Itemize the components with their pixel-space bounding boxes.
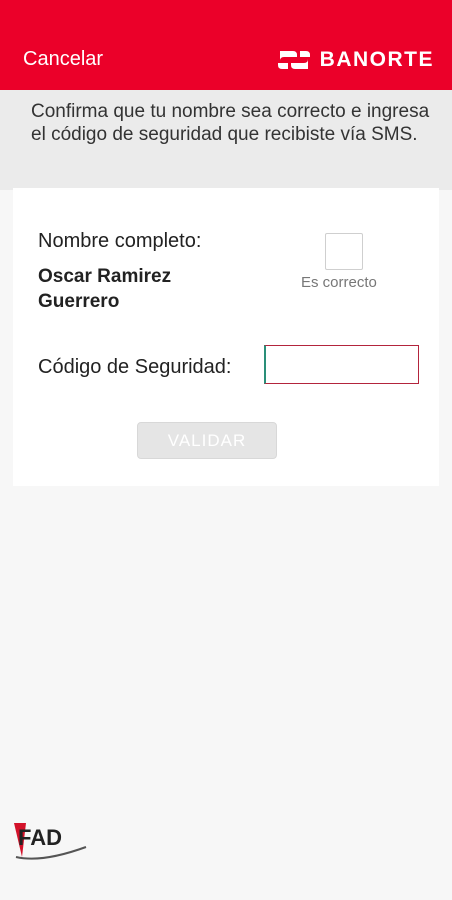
- cancel-button[interactable]: Cancelar: [23, 48, 103, 71]
- security-code-label: Código de Seguridad:: [38, 356, 232, 378]
- banorte-logo-icon: [277, 51, 310, 69]
- full-name-value: Oscar Ramirez Guerrero: [38, 264, 238, 314]
- full-name-line1: Oscar Ramirez: [38, 266, 172, 287]
- app-header: Cancelar BANORTE: [0, 0, 452, 90]
- name-correct-label: Es correcto: [301, 274, 377, 291]
- verification-card: Nombre completo: Oscar Ramirez Guerrero …: [13, 188, 439, 486]
- brand-name: BANORTE: [319, 48, 434, 71]
- full-name-line2: Guerrero: [38, 291, 120, 312]
- name-correct-checkbox[interactable]: [325, 233, 363, 270]
- fad-logo-icon: FAD: [14, 823, 87, 860]
- banorte-logo: BANORTE: [276, 47, 434, 73]
- intro-text: Confirma que tu nombre sea correcto e in…: [31, 101, 430, 145]
- security-code-input[interactable]: [264, 345, 419, 384]
- full-name-label: Nombre completo:: [38, 230, 202, 252]
- validate-button[interactable]: VALIDAR: [137, 422, 277, 459]
- fad-logo-text: FAD: [18, 825, 62, 850]
